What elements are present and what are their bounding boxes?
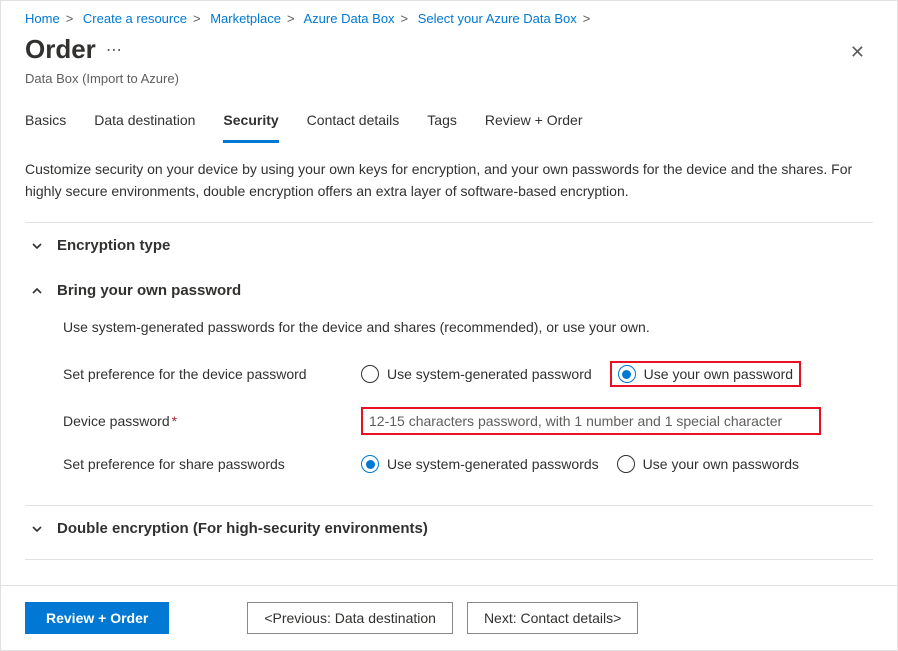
page-subtitle: Data Box (Import to Azure) <box>1 71 897 102</box>
close-button[interactable]: ✕ <box>842 38 873 67</box>
tab-contact-details[interactable]: Contact details <box>307 102 400 143</box>
chevron-down-icon <box>31 523 43 535</box>
breadcrumb: Home> Create a resource> Marketplace> Az… <box>1 1 897 30</box>
breadcrumb-marketplace[interactable]: Marketplace <box>210 11 281 26</box>
device-password-label: Device password* <box>63 413 353 429</box>
radio-device-system-label: Use system-generated password <box>387 366 592 382</box>
tabs: Basics Data destination Security Contact… <box>1 102 897 143</box>
review-order-button[interactable]: Review + Order <box>25 602 169 634</box>
tab-review-order[interactable]: Review + Order <box>485 102 583 143</box>
next-button[interactable]: Next: Contact details> <box>467 602 638 634</box>
breadcrumb-azure-data-box[interactable]: Azure Data Box <box>304 11 395 26</box>
section-encryption-type[interactable]: Encryption type <box>25 223 873 268</box>
radio-device-own-label: Use your own password <box>644 366 793 382</box>
radio-icon <box>361 365 379 383</box>
section-byop-label: Bring your own password <box>57 282 241 299</box>
section-double-encryption-label: Double encryption (For high-security env… <box>57 520 428 537</box>
device-password-input[interactable] <box>363 409 803 433</box>
breadcrumb-home[interactable]: Home <box>25 11 60 26</box>
chevron-up-icon <box>31 285 43 297</box>
radio-icon <box>617 455 635 473</box>
more-menu-icon[interactable]: ⋯ <box>106 40 123 60</box>
radio-share-system[interactable]: Use system-generated passwords <box>361 455 599 473</box>
breadcrumb-create-resource[interactable]: Create a resource <box>83 11 187 26</box>
highlight-device-own: Use your own password <box>610 361 801 387</box>
radio-share-own-label: Use your own passwords <box>643 456 799 472</box>
radio-device-system[interactable]: Use system-generated password <box>361 365 592 383</box>
radio-share-own[interactable]: Use your own passwords <box>617 455 799 473</box>
share-pref-label: Set preference for share passwords <box>63 456 353 472</box>
section-double-encryption[interactable]: Double encryption (For high-security env… <box>25 506 873 551</box>
highlight-device-password <box>361 407 821 435</box>
radio-icon-selected <box>618 365 636 383</box>
radio-icon-selected <box>361 455 379 473</box>
breadcrumb-select-data-box[interactable]: Select your Azure Data Box <box>418 11 577 26</box>
section-byop[interactable]: Bring your own password <box>25 268 873 313</box>
tab-basics[interactable]: Basics <box>25 102 66 143</box>
tab-data-destination[interactable]: Data destination <box>94 102 195 143</box>
page-title: Order <box>25 34 96 65</box>
device-pref-label: Set preference for the device password <box>63 366 353 382</box>
chevron-down-icon <box>31 240 43 252</box>
radio-share-system-label: Use system-generated passwords <box>387 456 599 472</box>
tab-tags[interactable]: Tags <box>427 102 457 143</box>
footer: Review + Order <Previous: Data destinati… <box>1 585 897 650</box>
tab-description: Customize security on your device by usi… <box>1 143 897 214</box>
byop-helper-text: Use system-generated passwords for the d… <box>63 313 873 351</box>
tab-security[interactable]: Security <box>223 102 278 143</box>
radio-device-own[interactable]: Use your own password <box>618 365 793 383</box>
previous-button[interactable]: <Previous: Data destination <box>247 602 453 634</box>
section-encryption-type-label: Encryption type <box>57 237 170 254</box>
